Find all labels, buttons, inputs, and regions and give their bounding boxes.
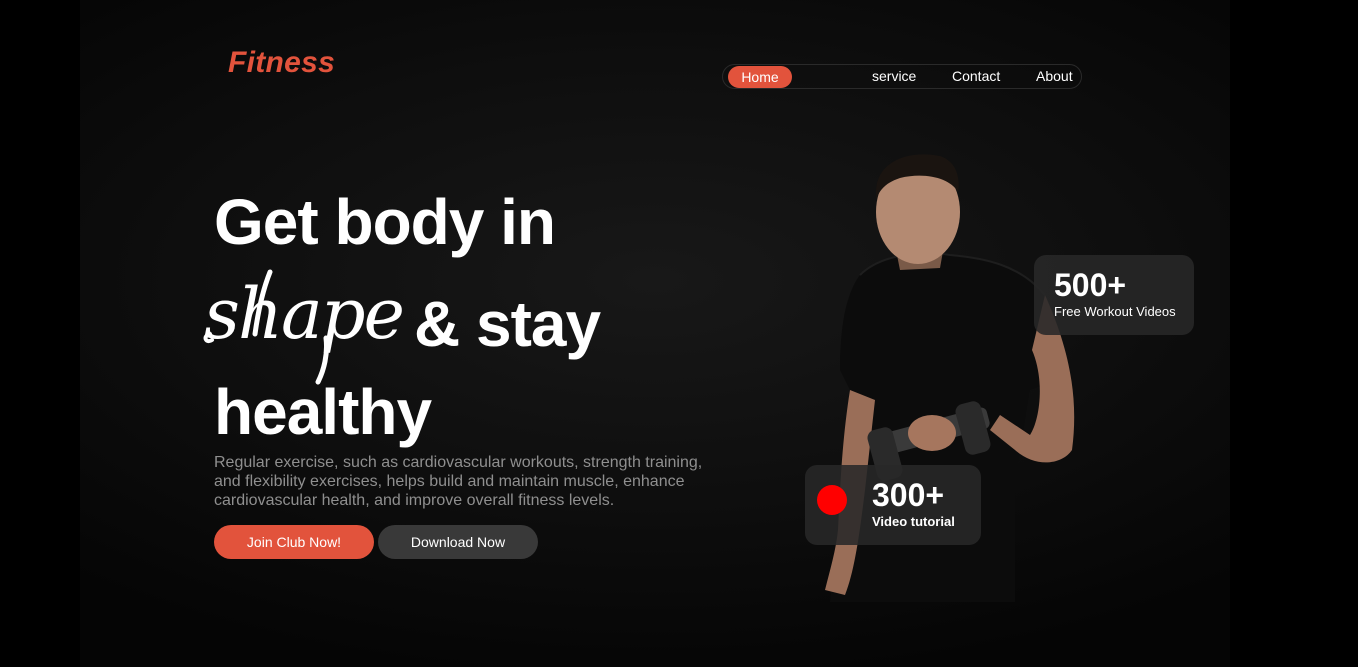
workout-videos-card: 500+ Free Workout Videos: [1034, 255, 1194, 335]
video-tutorial-label: Video tutorial: [872, 514, 955, 529]
nav-item-service[interactable]: service: [872, 65, 916, 88]
brand-logo[interactable]: Fitness: [228, 46, 335, 80]
main-nav: Home service Contact About: [722, 64, 1082, 89]
record-dot-icon: [817, 485, 847, 515]
workout-videos-count: 500+: [1054, 267, 1127, 303]
hero-description: Regular exercise, such as cardiovascular…: [214, 454, 703, 509]
headline-line-3: healthy: [214, 376, 432, 448]
page: Fitness Home service Contact About Get b…: [0, 0, 1358, 667]
headline-line-1: Get body in: [214, 186, 556, 258]
nav-item-about[interactable]: About: [1036, 65, 1073, 88]
download-button[interactable]: Download Now: [378, 525, 538, 559]
nav-item-home[interactable]: Home: [728, 66, 792, 88]
script-word-shape: shape: [204, 273, 403, 355]
headline-script-word: shape: [203, 269, 405, 385]
video-tutorial-count: 300+: [872, 477, 945, 513]
headline-line-2: & stay: [414, 288, 601, 360]
nav-item-contact[interactable]: Contact: [952, 65, 1000, 88]
workout-videos-label: Free Workout Videos: [1054, 304, 1176, 319]
join-club-button[interactable]: Join Club Now!: [214, 525, 374, 559]
video-tutorial-card[interactable]: 300+ Video tutorial: [805, 465, 981, 545]
